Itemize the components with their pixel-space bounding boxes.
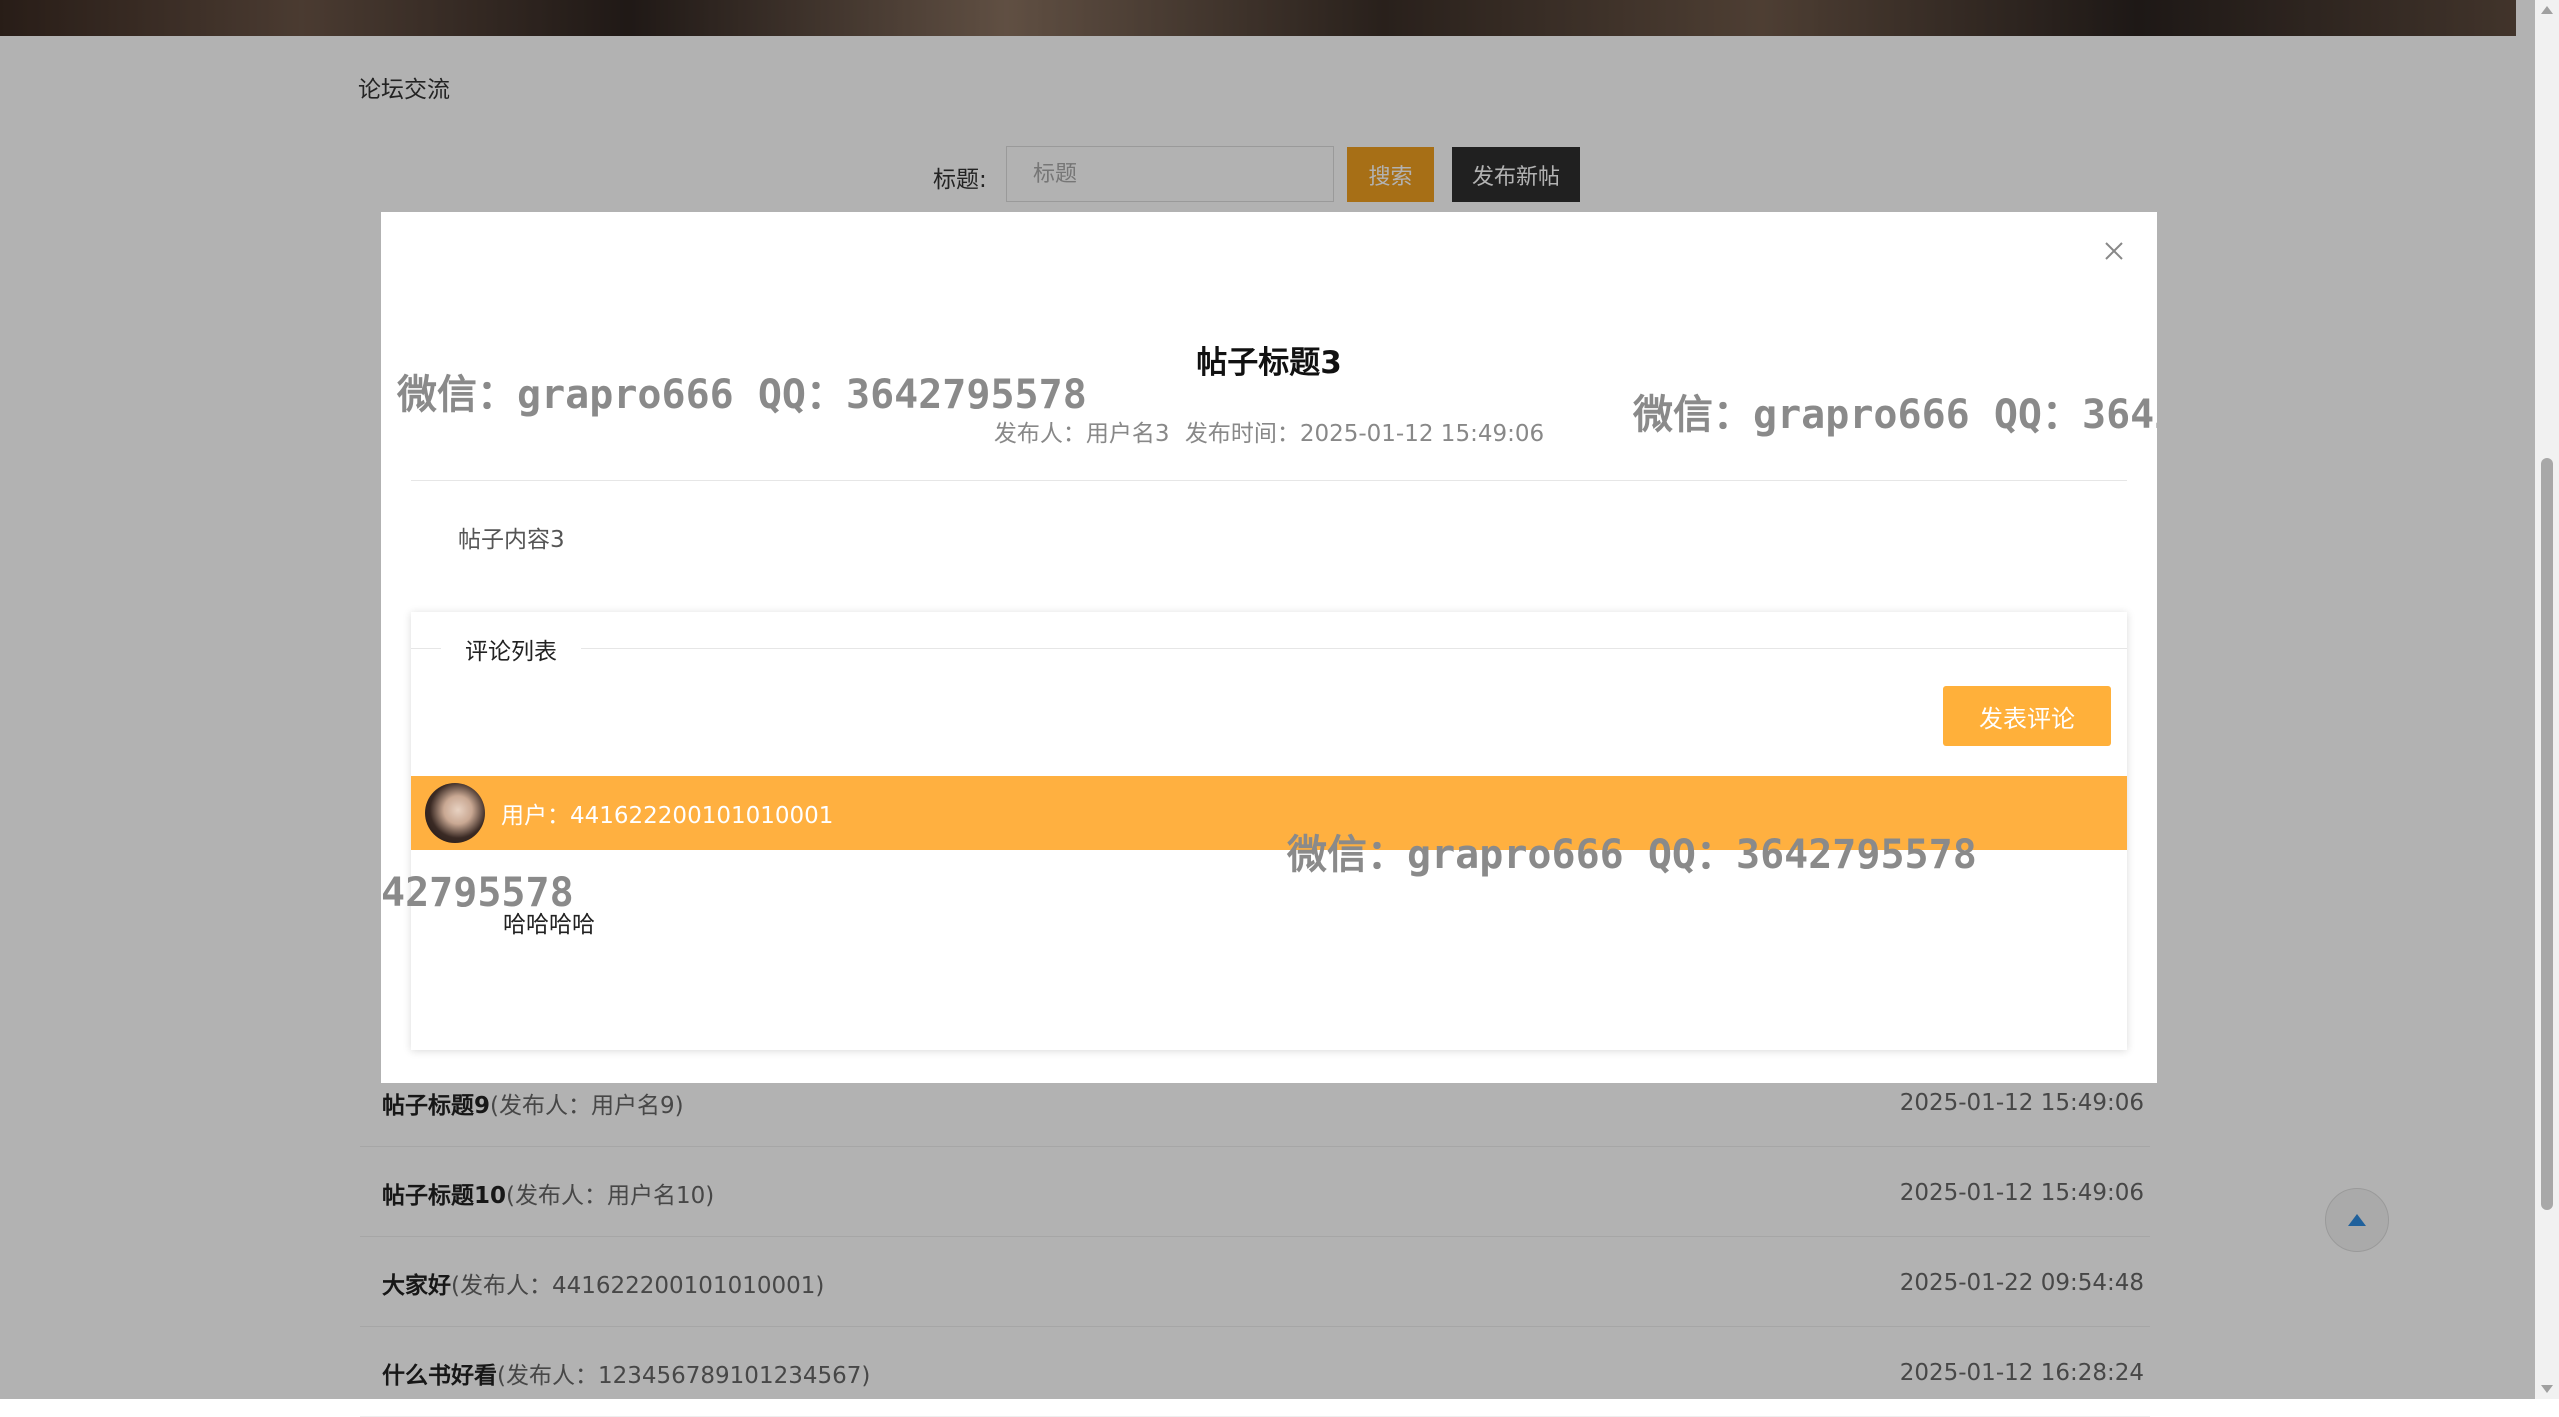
watermark: 微信：grapro666 QQ：3642795578: [1287, 832, 1977, 878]
watermark: 42795578: [381, 870, 574, 916]
legend-line: [411, 648, 2127, 649]
avatar: [425, 783, 485, 843]
divider: [411, 480, 2127, 481]
post-publisher: 发布人：用户名3: [993, 421, 1170, 447]
close-icon[interactable]: [2103, 240, 2125, 262]
comment-user: 用户：441622200101010001: [501, 803, 834, 829]
comments-legend: 评论列表: [441, 632, 581, 666]
post-detail-modal: 帖子标题3 发布人：用户名3 发布时间：2025-01-12 15:49:06 …: [381, 212, 2157, 1083]
watermark: 微信：grapro666 QQ：36427: [1633, 392, 2157, 438]
scroll-down-arrow-icon[interactable]: [2541, 1385, 2553, 1393]
post-publish-time: 发布时间：2025-01-12 15:49:06: [1184, 421, 1545, 447]
watermark: 微信：grapro666 QQ：3642795578: [397, 372, 1087, 418]
scroll-up-arrow-icon[interactable]: [2541, 6, 2553, 14]
post-comment-button[interactable]: 发表评论: [1943, 686, 2111, 746]
scrollbar-thumb[interactable]: [2541, 458, 2553, 1210]
post-content: 帖子内容3: [458, 527, 565, 553]
